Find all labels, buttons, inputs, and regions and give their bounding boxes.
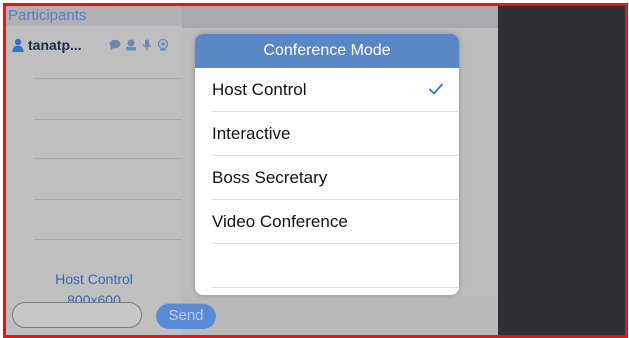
- list-divider: [34, 158, 182, 159]
- menu-item-empty[interactable]: [195, 244, 459, 288]
- video-preview-panel: [498, 6, 625, 335]
- app-frame: Participants tanatp... Host Control 800x…: [3, 3, 628, 338]
- menu-item-interactive[interactable]: Interactive: [195, 112, 459, 156]
- camera-icon[interactable]: [157, 39, 169, 51]
- list-divider: [34, 199, 182, 200]
- chat-bar: [182, 296, 498, 335]
- menu-item-video-conference[interactable]: Video Conference: [195, 200, 459, 244]
- chat-icon[interactable]: [109, 39, 121, 51]
- chat-input[interactable]: [12, 302, 142, 328]
- video-area-toolbar: [182, 6, 498, 28]
- menu-item-label: Interactive: [212, 124, 291, 143]
- conference-mode-popover: Conference Mode Host Control Interactive…: [195, 34, 459, 295]
- list-divider: [34, 239, 182, 240]
- menu-item-label: Host Control: [212, 80, 307, 99]
- list-divider: [34, 119, 182, 120]
- participant-name: tanatp...: [28, 37, 82, 53]
- checkmark-icon: [429, 83, 443, 95]
- person-icon: [12, 38, 24, 52]
- menu-divider: [212, 287, 459, 288]
- menu-item-host-control[interactable]: Host Control: [195, 68, 459, 112]
- menu-item-label: Boss Secretary: [212, 168, 328, 187]
- menu-item-boss-secretary[interactable]: Boss Secretary: [195, 156, 459, 200]
- list-divider: [34, 78, 182, 79]
- participants-title: Participants: [8, 7, 87, 24]
- participants-header: Participants: [6, 6, 182, 26]
- conference-app: Participants tanatp... Host Control 800x…: [6, 6, 625, 335]
- popover-title: Conference Mode: [195, 34, 459, 68]
- participant-row[interactable]: tanatp...: [6, 34, 182, 56]
- video-icon[interactable]: [125, 39, 137, 51]
- participants-panel: Participants tanatp... Host Control 800x…: [6, 6, 182, 335]
- conference-mode-label[interactable]: Host Control: [6, 271, 182, 287]
- mic-icon[interactable]: [141, 39, 153, 51]
- send-button[interactable]: Send: [156, 303, 216, 329]
- menu-item-label: Video Conference: [212, 212, 348, 231]
